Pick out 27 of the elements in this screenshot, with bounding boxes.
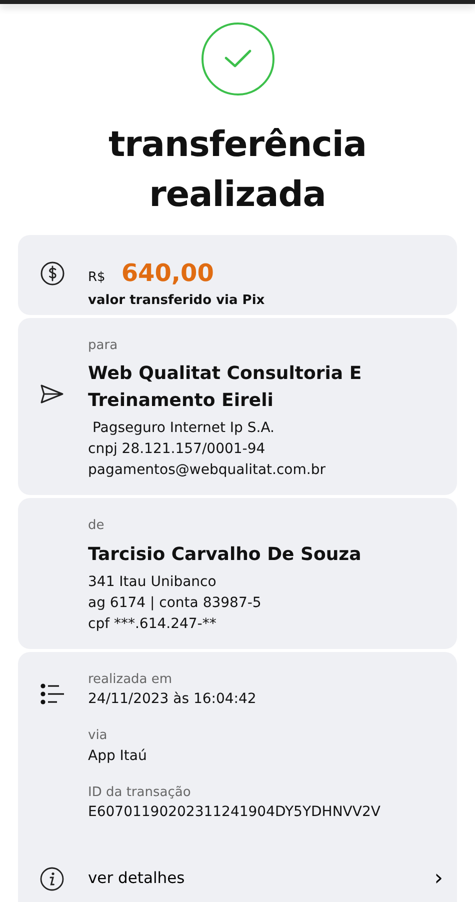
- field-label: para: [88, 336, 119, 354]
- page-title: transferência realizada: [107, 124, 368, 217]
- field-label: de: [88, 517, 106, 535]
- currency-symbol: R$: [88, 269, 106, 287]
- party-detail: Pagseguro Internet Ip S.A.: [91, 419, 276, 438]
- party-detail: cnpj 28.121.157/0001-94: [88, 440, 266, 459]
- amount-value: 640,00: [121, 258, 214, 289]
- details-link[interactable]: ver detalhes ›: [18, 855, 457, 902]
- party-name: Tarcisio Carvalho De Souza: [88, 542, 362, 566]
- field-value: App Itaú: [88, 746, 148, 766]
- party-name: Web Qualitat Consultoria E Treinamento Eireli: [88, 362, 363, 413]
- field-label: realizada em: [88, 670, 174, 688]
- amount-caption: valor transferido via Pix: [88, 292, 265, 310]
- info-icon: [40, 867, 64, 891]
- field-value: 24/11/2023 às 16:04:42: [88, 690, 258, 709]
- party-detail: pagamentos@webqualitat.com.br: [88, 461, 326, 480]
- list-icon: [40, 683, 65, 706]
- chevron-icon: ›: [434, 868, 443, 890]
- success-check-icon: [200, 22, 274, 96]
- send-icon: [40, 384, 64, 404]
- dollar-icon: [40, 261, 65, 286]
- party-detail: 341 Itau Unibanco: [88, 572, 218, 592]
- field-label: ID da transação: [88, 784, 192, 802]
- field-value: E60701190202311241904DY5YDHNVV2V: [88, 803, 380, 822]
- party-detail: cpf ***.614.247-**: [88, 614, 218, 634]
- party-detail: ag 6174 | conta 83987-5: [88, 594, 262, 612]
- field-label: via: [88, 727, 108, 745]
